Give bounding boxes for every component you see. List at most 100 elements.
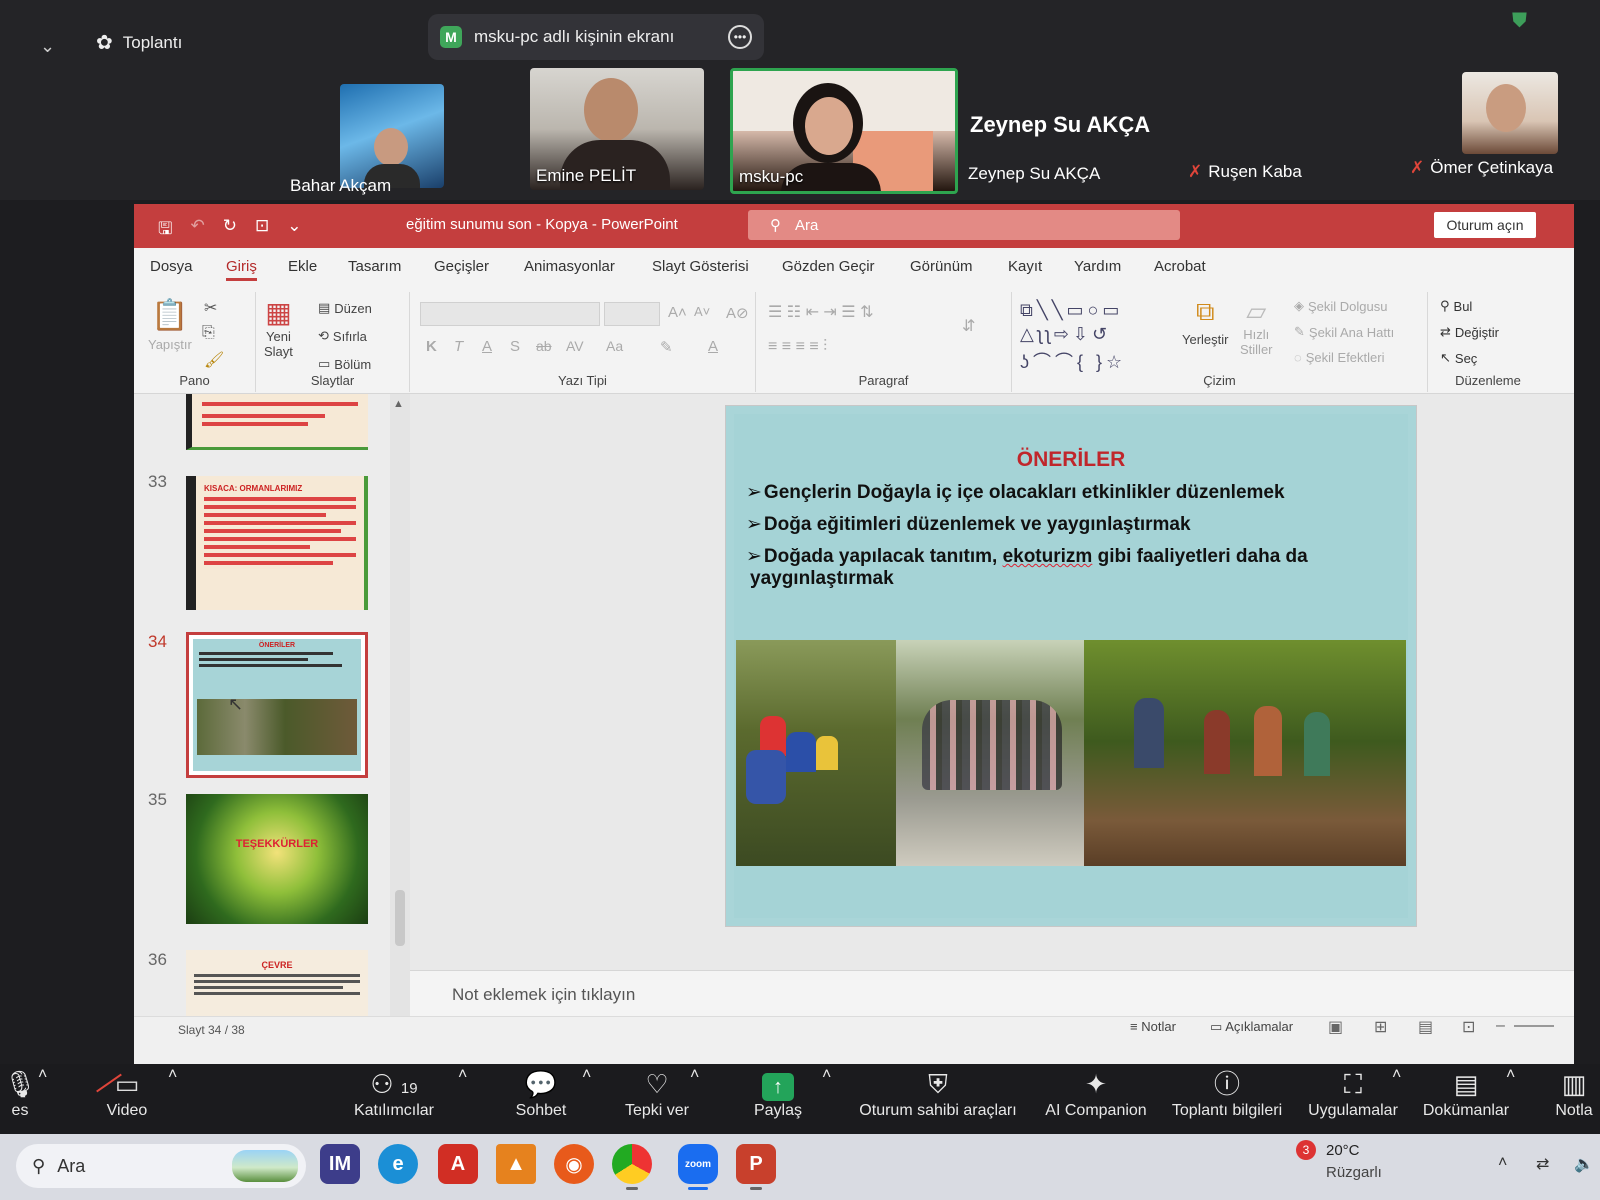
firefox-icon[interactable]: ◉ bbox=[554, 1144, 594, 1184]
tab-dosya[interactable]: Dosya bbox=[150, 258, 193, 275]
normal-view-icon[interactable]: ▣ bbox=[1328, 1017, 1343, 1037]
align-icons[interactable]: ≡ ≡ ≡ ≡ ⫶ bbox=[768, 338, 827, 356]
italic-button[interactable]: T bbox=[454, 338, 463, 355]
docs-caret-icon[interactable]: ˄ bbox=[1506, 1066, 1515, 1084]
participant-ömer[interactable]: ✗ Ömer Çetinkaya bbox=[1410, 158, 1553, 178]
slideshow-view-icon[interactable]: ⊡ bbox=[1462, 1017, 1475, 1037]
chat-caret-icon[interactable]: ˄ bbox=[582, 1066, 591, 1084]
zoom-slider[interactable] bbox=[1514, 1025, 1554, 1027]
chat-button[interactable]: 💬 Sohbet bbox=[506, 1066, 576, 1120]
save-icon[interactable]: 🖫 bbox=[158, 216, 172, 245]
react-button[interactable]: ♡ Tepki ver bbox=[612, 1066, 702, 1120]
comments-toggle-button[interactable]: ▭ Açıklamalar bbox=[1210, 1019, 1293, 1035]
current-slide[interactable]: ÖNERİLER ➢ Gençlerin Doğayla iç içe olaca… bbox=[726, 406, 1416, 926]
section-button[interactable]: ▭ Bölüm bbox=[318, 356, 371, 372]
shadow-button[interactable]: S bbox=[510, 338, 520, 355]
redo-icon[interactable]: ↻ bbox=[223, 216, 237, 245]
network-icon[interactable]: ⇄ bbox=[1536, 1154, 1549, 1174]
host-tools-button[interactable]: ⛨ Oturum sahibi araçları bbox=[852, 1066, 1024, 1120]
meeting-title[interactable]: ✿ Toplantı bbox=[96, 30, 182, 55]
tab-tasarim[interactable]: Tasarım bbox=[348, 258, 401, 275]
video-options-caret-icon[interactable]: ˄ bbox=[168, 1066, 177, 1084]
shape-fill-button[interactable]: ◈ Şekil Dolgusu bbox=[1294, 298, 1388, 314]
thumbnails-scrollbar[interactable]: ▲ ▼ bbox=[390, 394, 410, 1034]
search-box[interactable]: ⚲ Ara bbox=[748, 210, 1180, 240]
shapes-gallery-row2[interactable]: △ʅʅ⇨⇩↺ bbox=[1020, 324, 1111, 345]
underline-button[interactable]: A bbox=[482, 338, 492, 355]
find-button[interactable]: ⚲ Bul bbox=[1440, 298, 1472, 314]
vlc-icon[interactable]: ▲ bbox=[496, 1144, 536, 1184]
slide-photo-group[interactable] bbox=[896, 640, 1084, 866]
arrange-button[interactable]: ⧉ Yerleştir bbox=[1182, 296, 1228, 347]
cut-icon[interactable]: ✂ bbox=[204, 298, 217, 318]
text-direction-icon[interactable]: ⇵ bbox=[962, 316, 975, 336]
collapse-chevron-icon[interactable]: ⌄ bbox=[40, 36, 55, 57]
share-caret-icon[interactable]: ˄ bbox=[822, 1066, 831, 1084]
notes-toggle-button[interactable]: ≡ Notlar bbox=[1130, 1019, 1176, 1034]
zoom-out-icon[interactable]: – bbox=[1496, 1017, 1505, 1035]
meeting-info-button[interactable]: ⓘ Toplantı bilgileri bbox=[1162, 1066, 1292, 1120]
change-case-button[interactable]: Aa bbox=[606, 338, 623, 354]
media-app-icon[interactable]: IM bbox=[320, 1144, 360, 1184]
edge-browser-icon[interactable]: e bbox=[378, 1144, 418, 1184]
format-painter-icon[interactable]: 🖌 bbox=[204, 350, 224, 370]
select-button[interactable]: ↖ Seç bbox=[1440, 350, 1477, 366]
font-color-icon[interactable]: A bbox=[708, 338, 718, 355]
notes-pane[interactable]: Not eklemek için tıklayın bbox=[410, 970, 1574, 1016]
scroll-up-icon[interactable]: ▲ bbox=[393, 398, 404, 410]
tab-gozden-gecir[interactable]: Gözden Geçir bbox=[782, 258, 875, 275]
tab-giris[interactable]: Giriş bbox=[226, 258, 257, 281]
slide-bullet-1[interactable]: ➢ Gençlerin Doğayla iç içe olacakları etk… bbox=[746, 482, 1396, 504]
audio-options-caret-icon[interactable]: ˄ bbox=[38, 1066, 47, 1084]
decrease-font-icon[interactable]: A˅ bbox=[694, 304, 710, 319]
participant-tile-omer[interactable] bbox=[1462, 72, 1558, 154]
zoom-app-icon[interactable]: zoom bbox=[678, 1144, 718, 1190]
font-family-select[interactable] bbox=[420, 302, 600, 326]
bold-button[interactable]: K bbox=[426, 338, 437, 355]
more-options-icon[interactable]: ••• bbox=[728, 25, 752, 49]
sign-in-button[interactable]: Oturum açın bbox=[1434, 212, 1536, 238]
chrome-icon[interactable] bbox=[612, 1144, 652, 1190]
reading-view-icon[interactable]: ▤ bbox=[1418, 1017, 1433, 1037]
char-spacing-button[interactable]: AV bbox=[566, 338, 584, 354]
highlight-icon[interactable]: ✎ bbox=[660, 338, 673, 356]
participant-tile-msku-pc[interactable]: msku-pc bbox=[730, 68, 958, 194]
acrobat-icon[interactable]: A bbox=[438, 1144, 478, 1184]
replace-button[interactable]: ⇄ Değiştir bbox=[1440, 324, 1499, 340]
tab-gorunum[interactable]: Görünüm bbox=[910, 258, 973, 275]
video-button[interactable]: ▭ Video bbox=[92, 1066, 162, 1120]
volume-icon[interactable]: 🔈 bbox=[1574, 1154, 1594, 1174]
customize-qat-icon[interactable]: ⌄ bbox=[287, 216, 301, 245]
encryption-shield-icon[interactable]: ⛊ bbox=[1512, 10, 1527, 33]
layout-button[interactable]: ▤ Düzen bbox=[318, 300, 372, 316]
tray-chevron-icon[interactable]: ˄ bbox=[1498, 1154, 1507, 1172]
present-icon[interactable]: ⊡ bbox=[255, 216, 269, 245]
slide-bullet-2[interactable]: ➢ Doğa eğitimleri düzenlemek ve yaygınlaş… bbox=[746, 514, 1396, 536]
taskbar-search[interactable]: ⚲ Ara bbox=[16, 1144, 306, 1188]
participant-tile-bahar[interactable] bbox=[340, 84, 444, 188]
undo-icon[interactable]: ↶ bbox=[190, 216, 204, 245]
quick-styles-button[interactable]: ▱ Hızlı Stiller bbox=[1240, 296, 1273, 357]
slide-title[interactable]: ÖNERİLER bbox=[734, 448, 1408, 472]
slide-thumbnail-32[interactable] bbox=[186, 394, 368, 450]
tab-kayit[interactable]: Kayıt bbox=[1008, 258, 1042, 275]
tab-acrobat[interactable]: Acrobat bbox=[1154, 258, 1206, 275]
slide-thumbnail-34-selected[interactable]: ÖNERİLER bbox=[186, 632, 368, 778]
slide-sorter-icon[interactable]: ⊞ bbox=[1374, 1017, 1387, 1037]
font-size-select[interactable] bbox=[604, 302, 660, 326]
shape-outline-button[interactable]: ✎ Şekil Ana Hattı bbox=[1294, 324, 1394, 340]
shapes-gallery[interactable]: ⧉╲╲▭○▭ bbox=[1020, 300, 1123, 321]
audio-button[interactable]: 🎙 es bbox=[0, 1066, 40, 1120]
spell-check-word[interactable]: ekoturizm bbox=[1003, 546, 1093, 567]
slide-photo-hikers[interactable] bbox=[1084, 640, 1406, 866]
shapes-gallery-row3[interactable]: ʖ⌒⌒{ }☆ bbox=[1020, 348, 1126, 374]
slide-photo-children[interactable] bbox=[736, 640, 896, 866]
slide-bullet-3[interactable]: ➢ Doğada yapılacak tanıtım, ekoturizm gib… bbox=[746, 546, 1396, 590]
new-slide-button[interactable]: ▦ Yeni Slayt bbox=[264, 296, 293, 359]
scrollbar-thumb[interactable] bbox=[395, 890, 405, 946]
slide-thumbnail-33[interactable]: KISACA: ORMANLARIMIZ bbox=[186, 476, 368, 610]
powerpoint-taskbar-icon[interactable]: P bbox=[736, 1144, 776, 1190]
strikethrough-icon[interactable]: ab bbox=[536, 338, 552, 354]
slide-thumbnail-35[interactable]: TEŞEKKÜRLER bbox=[186, 794, 368, 924]
increase-font-icon[interactable]: A˄ bbox=[668, 304, 687, 321]
